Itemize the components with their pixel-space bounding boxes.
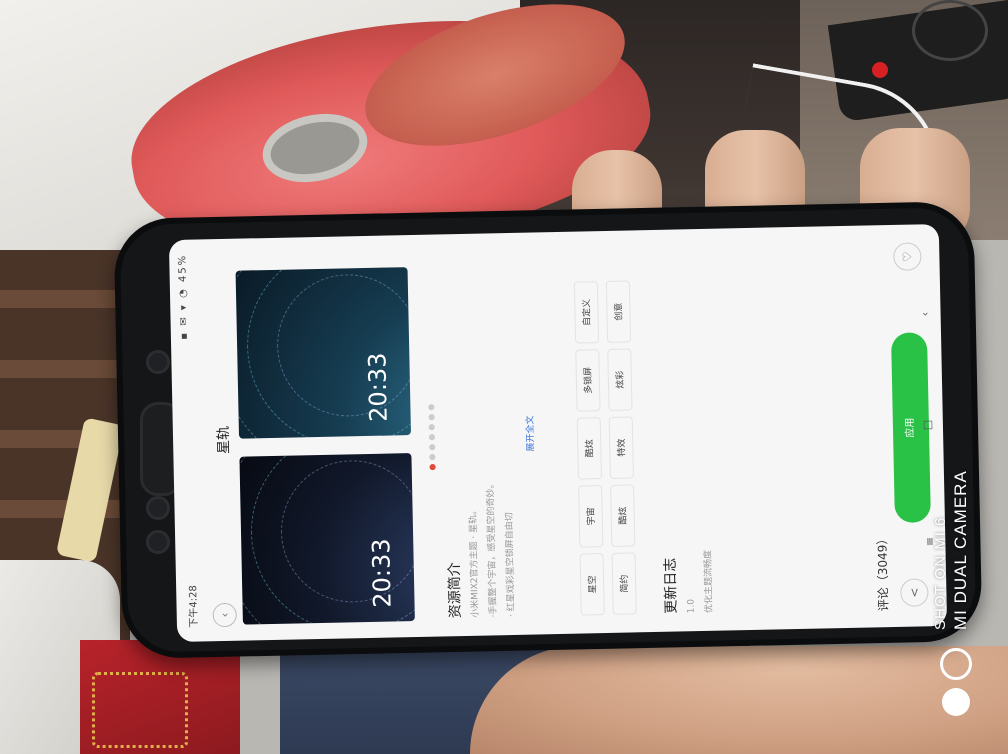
phone-screen: 下午4:28 ▪ ✉ ▾ ◔ 45% ‹ 星轨 20:33 20:33 ●●●●… bbox=[168, 223, 948, 643]
tag[interactable]: 自定义 bbox=[573, 281, 600, 344]
watermark-line: SHOT ON MI 6 bbox=[932, 516, 949, 630]
mi-camera-logo-icon bbox=[940, 648, 972, 724]
intro-line: · 红星戏彩星空锁屏自由切 bbox=[504, 512, 517, 618]
intro-heading: 资源简介 bbox=[446, 562, 464, 619]
changelog-heading: 更新日志 bbox=[662, 557, 680, 614]
theme-detail-page: 下午4:28 ▪ ✉ ▾ ◔ 45% ‹ 星轨 20:33 20:33 ●●●●… bbox=[169, 224, 947, 642]
preview-image[interactable]: 20:33 bbox=[235, 267, 412, 439]
tag-grid: 星空宇宙酷炫多锁屏自定义简约酷炫特效炫彩创意 bbox=[573, 248, 645, 616]
tag[interactable]: 炫彩 bbox=[607, 348, 633, 411]
preview-clock: 20:33 bbox=[363, 352, 393, 423]
expand-link[interactable]: 展开全文 bbox=[519, 251, 540, 617]
front-camera-icon bbox=[146, 350, 170, 374]
sensor-icon bbox=[146, 530, 170, 554]
tag[interactable]: 星空 bbox=[579, 553, 605, 616]
sensor-icon bbox=[146, 496, 170, 520]
page-title: 星轨 bbox=[215, 425, 233, 455]
status-icons: ▪ ✉ ▾ ◔ 45% bbox=[177, 253, 190, 340]
preview-image[interactable]: 20:33 bbox=[239, 453, 415, 625]
tag[interactable]: 酷炫 bbox=[576, 417, 602, 480]
tag[interactable]: 创意 bbox=[605, 280, 632, 343]
comments-link[interactable]: 评论（3049） bbox=[873, 533, 892, 612]
red-box-pattern bbox=[92, 672, 188, 748]
remote-dpad bbox=[912, 0, 988, 61]
tag[interactable]: 宇宙 bbox=[578, 485, 604, 548]
tag[interactable]: 多锁屏 bbox=[575, 349, 601, 412]
back-nav-icon[interactable]: ‹ bbox=[919, 312, 932, 317]
preview-clock: 20:33 bbox=[367, 538, 397, 609]
tag[interactable]: 特效 bbox=[608, 416, 634, 479]
preview-carousel[interactable]: 20:33 20:33 bbox=[235, 251, 423, 625]
tag[interactable]: 简约 bbox=[611, 552, 637, 615]
remote-power-button bbox=[872, 62, 888, 78]
intro-section: 资源简介 小米MIX2官方主题 · 星轨。 ·手握整个宇宙，感受星空的奇妙。 ·… bbox=[437, 251, 540, 619]
changelog-section: 更新日志 1.0 优化主题流畅度 bbox=[653, 247, 717, 614]
status-time: 下午4:28 bbox=[188, 585, 200, 628]
changelog-note: 优化主题流畅度 bbox=[703, 549, 715, 613]
watermark-line: MI DUAL CAMERA bbox=[951, 470, 970, 630]
tag[interactable]: 酷炫 bbox=[610, 484, 636, 547]
